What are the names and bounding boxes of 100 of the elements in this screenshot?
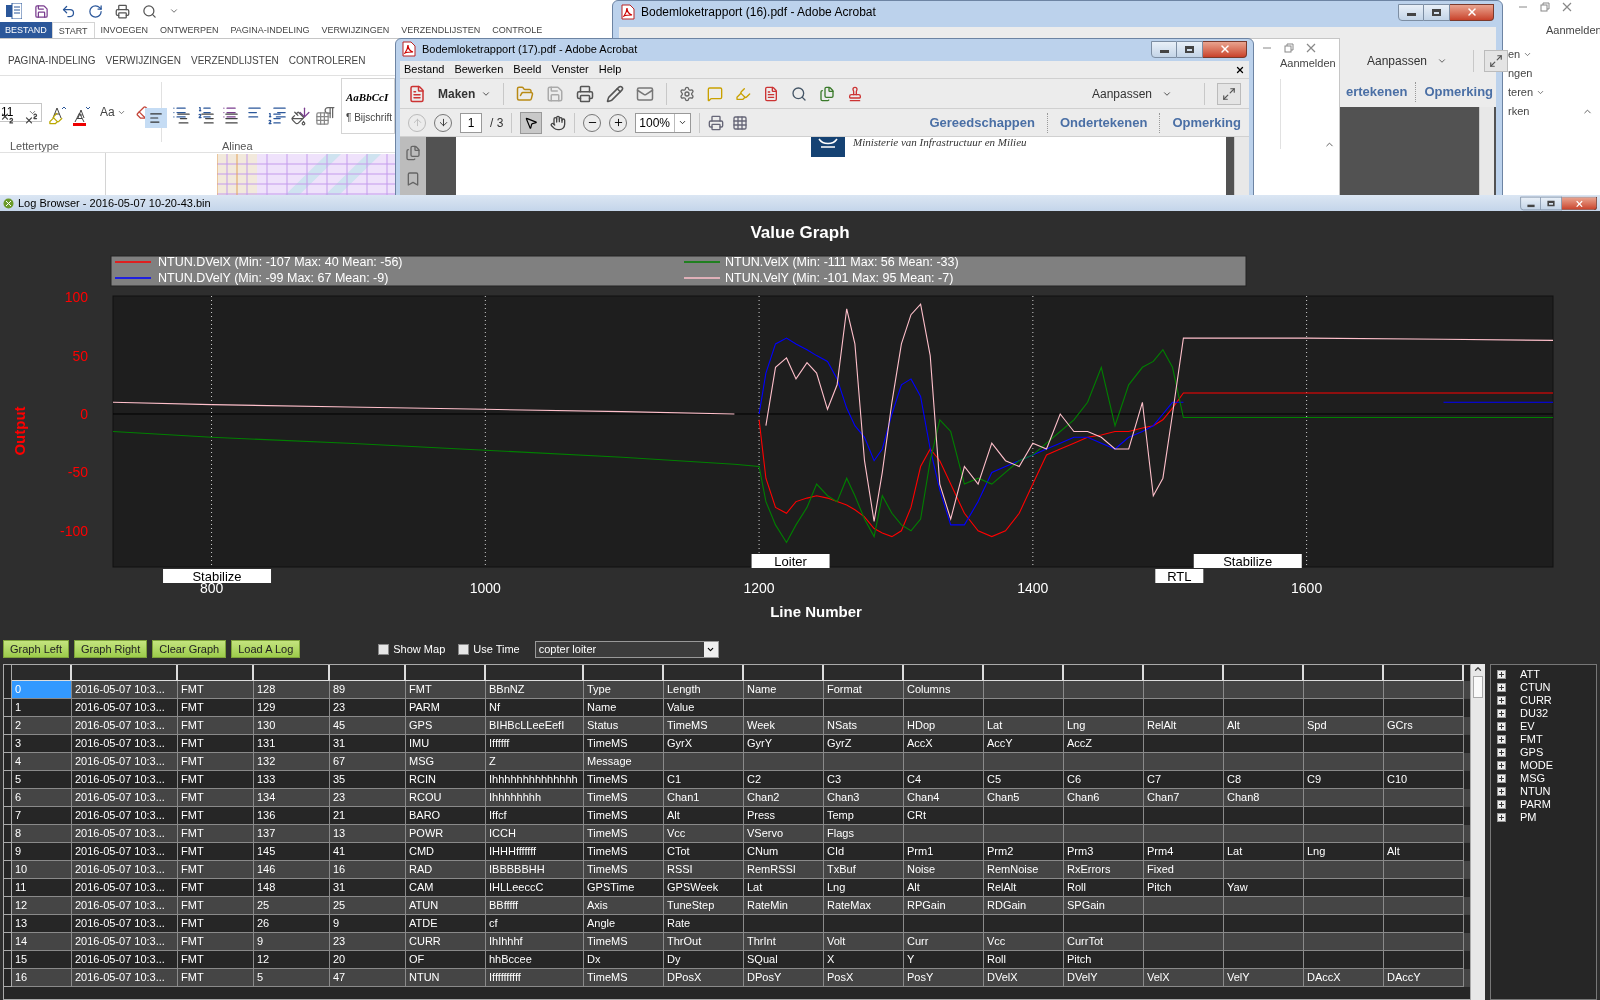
log-dropdown[interactable]: copter loiter (534, 640, 719, 658)
zoom-field[interactable]: 100% (635, 112, 692, 133)
expand-icon[interactable] (1497, 761, 1506, 770)
document-search-icon[interactable] (791, 85, 808, 102)
column-header[interactable] (406, 665, 486, 681)
row-header[interactable] (4, 825, 12, 843)
indent-icon[interactable] (271, 104, 287, 120)
column-header[interactable] (12, 665, 72, 681)
expand-icon[interactable] (1497, 735, 1506, 744)
expand-icon[interactable] (1497, 787, 1506, 796)
full-screen-button[interactable] (1217, 82, 1241, 105)
ribbon-tab[interactable]: CONTROLEREN (288, 53, 366, 68)
print-preview-icon[interactable] (142, 3, 157, 19)
ribbon-tab[interactable]: PAGINA-INDELING (224, 22, 316, 38)
column-header[interactable] (486, 665, 584, 681)
expand-icon[interactable] (1497, 670, 1506, 679)
row-header[interactable] (4, 753, 12, 771)
create-pdf-icon[interactable] (408, 84, 426, 103)
hand-icon[interactable] (550, 114, 567, 131)
row-header[interactable] (4, 699, 12, 717)
align-center-icon[interactable] (176, 110, 191, 126)
column-header[interactable] (904, 665, 984, 681)
row-header[interactable] (4, 897, 12, 915)
scrollbar[interactable] (1471, 664, 1485, 1000)
borders-icon[interactable] (315, 110, 330, 126)
ribbon-command[interactable]: ngen (1508, 64, 1533, 82)
row-header[interactable] (4, 861, 12, 879)
bookmark-icon[interactable] (405, 171, 421, 187)
checkbox[interactable] (378, 643, 390, 655)
pages-icon[interactable] (405, 145, 421, 161)
scrollbar-thumb[interactable] (1473, 676, 1483, 698)
ribbon-tab[interactable]: VERZENDLIJSTEN (191, 53, 279, 68)
pane-link[interactable]: Gereedschappen (929, 112, 1035, 133)
undo-icon[interactable] (61, 3, 76, 19)
change-case-button[interactable]: Aa (100, 103, 115, 121)
customize-menu[interactable]: Aanpassen (1367, 52, 1428, 70)
export-document-icon[interactable] (819, 85, 836, 102)
save-icon[interactable] (34, 3, 49, 19)
checkbox-label[interactable]: Use Time (473, 640, 520, 658)
row-header[interactable] (4, 789, 12, 807)
ribbon-command[interactable]: en (1508, 45, 1521, 63)
expand-icon[interactable] (1497, 709, 1506, 718)
expand-icon[interactable] (1497, 722, 1506, 731)
column-header[interactable] (1064, 665, 1144, 681)
font-size-field[interactable]: 11 (0, 102, 42, 122)
column-header[interactable] (72, 665, 178, 681)
expand-icon[interactable] (1497, 813, 1506, 822)
pane-link[interactable]: Ondertekenen (1059, 112, 1148, 133)
column-header[interactable] (1144, 665, 1224, 681)
remove-document-icon[interactable] (763, 85, 780, 102)
ribbon-tab[interactable]: INVOEGEN (94, 22, 155, 38)
menu-item[interactable]: Bestand (404, 61, 445, 78)
row-header[interactable] (4, 681, 12, 699)
ribbon-tab[interactable]: VERWIJZINGEN (315, 22, 396, 38)
menu-item[interactable]: Bewerken (454, 61, 504, 78)
column-header[interactable] (824, 665, 904, 681)
ribbon-tab[interactable]: ONTWERPEN (154, 22, 225, 38)
checkbox[interactable] (458, 643, 470, 655)
expand-icon[interactable] (1497, 774, 1506, 783)
create-menu[interactable]: Maken (438, 84, 492, 103)
expand-icon[interactable] (1497, 696, 1506, 705)
row-header[interactable] (4, 951, 12, 969)
maximize-button[interactable] (1177, 40, 1203, 58)
close-button[interactable] (1561, 196, 1597, 210)
ribbon-tab[interactable]: VERZENDLIJSTEN (395, 22, 487, 38)
printer-icon[interactable] (576, 84, 595, 103)
ribbon-tab[interactable]: BESTAND (0, 22, 52, 38)
checkbox-label[interactable]: Show Map (393, 640, 446, 658)
menu-item[interactable]: Beeld (513, 61, 542, 78)
column-header[interactable] (1384, 665, 1464, 681)
outdent-icon[interactable] (246, 104, 262, 120)
pane-link[interactable]: Opmerking (1172, 112, 1241, 133)
select-tool-button[interactable] (520, 111, 543, 134)
menu-item[interactable]: Help (598, 61, 622, 78)
font-color-icon[interactable] (72, 110, 87, 126)
align-left-button[interactable] (145, 108, 167, 128)
row-header[interactable] (4, 735, 12, 753)
maximize-button[interactable] (1541, 196, 1562, 210)
graph-button[interactable]: Graph Right (74, 640, 148, 658)
highlighter-icon[interactable] (48, 110, 63, 126)
ribbon-command[interactable]: rken (1508, 102, 1530, 120)
menu-item[interactable]: Venster (551, 61, 589, 78)
shrink-font-icon[interactable] (76, 105, 90, 119)
graph-button[interactable]: Load A Log (231, 640, 301, 658)
fit-page-icon[interactable] (732, 114, 749, 131)
close-button[interactable] (1203, 40, 1247, 58)
numbered-list-icon[interactable] (196, 104, 212, 120)
stamp-icon[interactable] (847, 85, 864, 102)
style-gallery[interactable]: AaBbCcI ¶ Bijschrift (341, 78, 395, 134)
minimize-button[interactable] (1520, 196, 1541, 210)
justify-icon[interactable] (224, 110, 239, 126)
sign-in-link[interactable]: Aanmelden (1280, 55, 1336, 72)
graph-button[interactable]: Graph Left (3, 640, 69, 658)
minimize-button[interactable] (1398, 3, 1424, 21)
shading-icon[interactable] (291, 110, 306, 126)
pane-link[interactable]: ertekenen (1346, 82, 1408, 102)
row-header[interactable] (4, 915, 12, 933)
column-header[interactable] (178, 665, 254, 681)
column-header[interactable] (254, 665, 330, 681)
pane-link[interactable]: Opmerking (1424, 82, 1494, 102)
